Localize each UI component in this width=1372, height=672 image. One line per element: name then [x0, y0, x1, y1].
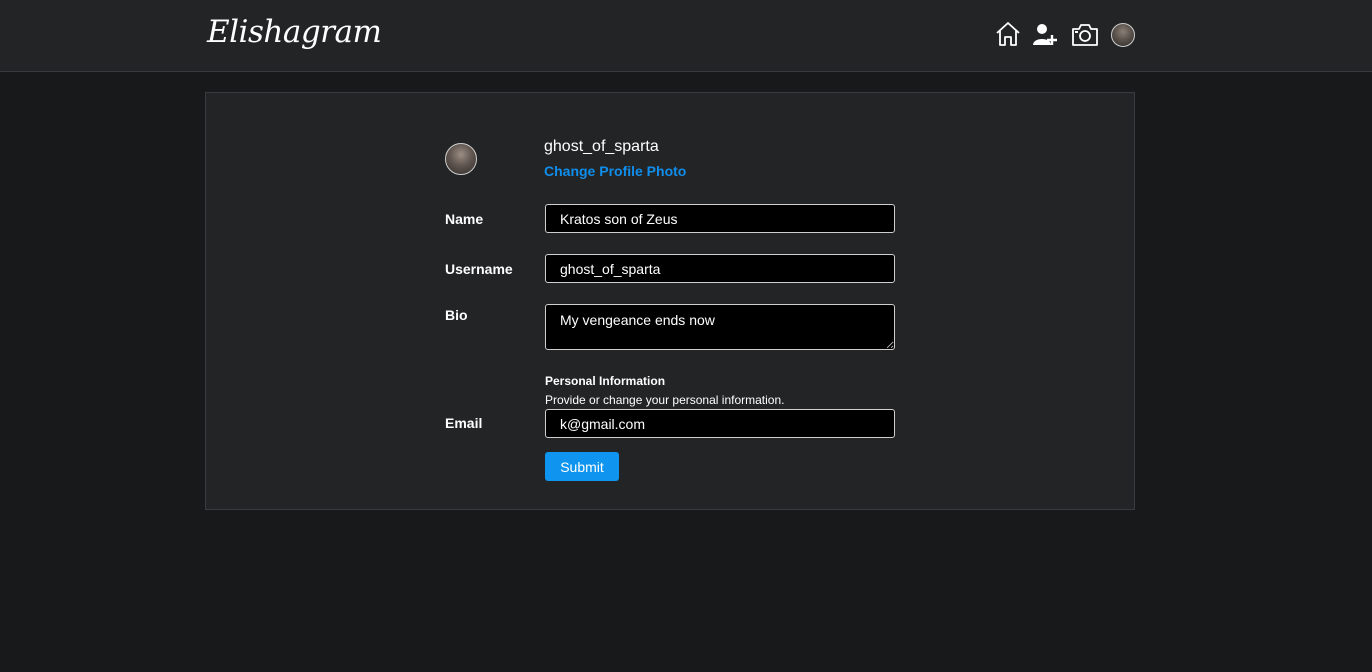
name-field[interactable]	[545, 204, 895, 233]
email-label: Email	[445, 415, 483, 431]
change-profile-photo-link[interactable]: Change Profile Photo	[544, 163, 686, 179]
bio-field[interactable]: My vengeance ends now	[545, 304, 895, 350]
personal-info-subtitle: Provide or change your personal informat…	[545, 393, 785, 407]
home-icon[interactable]	[995, 21, 1023, 51]
bio-label: Bio	[445, 307, 468, 323]
submit-button[interactable]: Submit	[545, 452, 619, 481]
edit-profile-panel	[205, 92, 1135, 510]
profile-avatar[interactable]	[1111, 23, 1135, 47]
username-field[interactable]	[545, 254, 895, 283]
username-label: Username	[445, 261, 513, 277]
personal-info-title: Personal Information	[545, 374, 666, 388]
email-field[interactable]	[545, 409, 895, 438]
top-navigation-bar: Elishagram	[0, 0, 1372, 72]
app-logo[interactable]: Elishagram	[207, 14, 382, 50]
profile-username: ghost_of_sparta	[544, 138, 659, 155]
profile-photo[interactable]	[445, 143, 477, 175]
add-user-icon[interactable]	[1032, 22, 1060, 52]
name-label: Name	[445, 211, 484, 227]
camera-icon[interactable]	[1071, 23, 1099, 53]
